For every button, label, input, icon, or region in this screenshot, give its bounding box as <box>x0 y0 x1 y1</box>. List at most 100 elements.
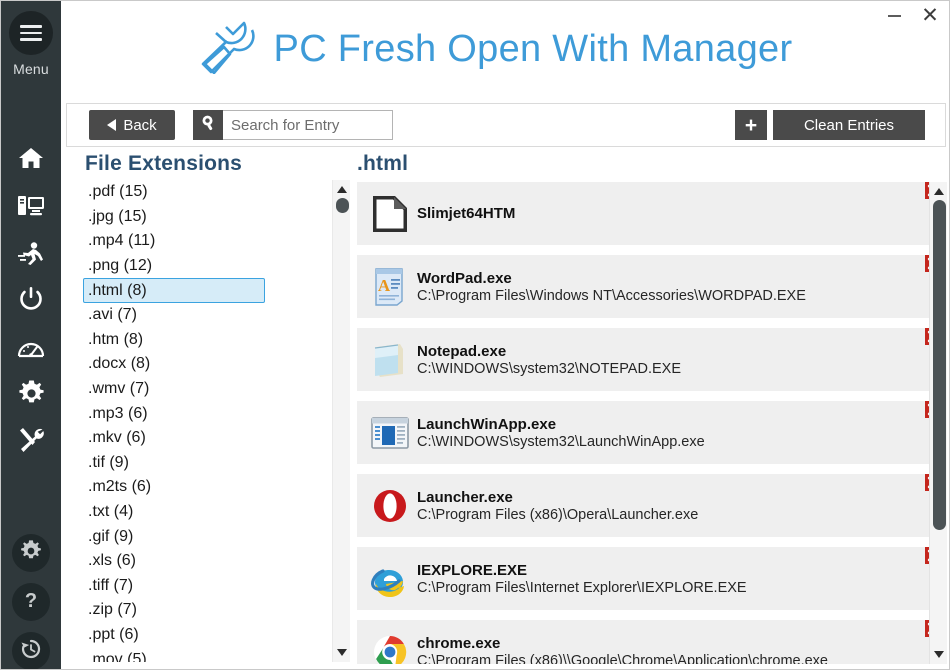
entry-row[interactable]: chrome.exe C:\Program Files (x86)\\Google… <box>357 620 947 664</box>
file-extensions-panel: File Extensions .pdf (15) .jpg (15) .mp4 (… <box>83 152 350 664</box>
internet-explorer-icon <box>363 547 417 610</box>
home-icon <box>18 145 44 171</box>
help-question-icon: ? <box>20 589 42 616</box>
add-entry-button[interactable]: + <box>735 110 767 140</box>
clean-entries-button[interactable]: Clean Entries <box>773 110 925 140</box>
extension-list-item[interactable]: .jpg (15) <box>83 205 265 230</box>
extension-list-item[interactable]: .ppt (6) <box>83 623 265 648</box>
extension-list-item[interactable]: .docx (8) <box>83 352 265 377</box>
back-button[interactable]: Back <box>89 110 175 140</box>
extension-list-item[interactable]: .png (12) <box>83 254 265 279</box>
opera-icon <box>363 474 417 537</box>
chrome-icon <box>363 620 417 664</box>
search-input[interactable] <box>223 110 393 140</box>
entries-list[interactable]: Slimjet64HTM A WordPad.exe C:\Program Files… <box>357 182 947 664</box>
menu-button[interactable] <box>9 11 53 55</box>
extension-list-item[interactable]: .txt (4) <box>83 500 265 525</box>
toolbar-actions: + Clean Entries <box>735 110 925 140</box>
wordpad-icon: A <box>363 255 417 318</box>
sidebar-item-home[interactable] <box>14 141 48 175</box>
extension-list-item[interactable]: .zip (7) <box>83 598 265 623</box>
entry-path: C:\WINDOWS\system32\NOTEPAD.EXE <box>417 360 681 377</box>
entry-path: C:\Program Files\Internet Explorer\IEXPL… <box>417 579 747 596</box>
entry-row[interactable]: IEXPLORE.EXE C:\Program Files\Internet Ex… <box>357 547 947 610</box>
scroll-down-arrow-icon[interactable] <box>337 649 347 656</box>
history-restore-icon <box>20 638 42 665</box>
extension-list-item[interactable]: .gif (9) <box>83 524 265 549</box>
close-button[interactable]: ✕ <box>919 5 941 27</box>
extension-list-item[interactable]: .m2ts (6) <box>83 475 265 500</box>
extension-list-item[interactable]: .tiff (7) <box>83 574 265 599</box>
extension-list-item[interactable]: .htm (8) <box>83 328 265 353</box>
extensions-scrollbar[interactable] <box>332 180 350 662</box>
scroll-down-arrow-icon[interactable] <box>934 651 944 658</box>
entry-text: Notepad.exe C:\WINDOWS\system32\NOTEPAD.E… <box>417 343 681 377</box>
application-window: ✕ Menu ? PC Fresh Open With Manager Back… <box>0 0 950 670</box>
notepad-icon <box>363 328 417 391</box>
entry-name: IEXPLORE.EXE <box>417 561 528 579</box>
extension-list-item[interactable]: .html (8) <box>83 278 265 303</box>
scroll-up-arrow-icon[interactable] <box>337 186 347 193</box>
extension-list-item[interactable]: .xls (6) <box>83 549 265 574</box>
hamburger-icon <box>20 21 42 45</box>
close-icon: ✕ <box>921 4 939 27</box>
sidebar-item-tools[interactable] <box>14 423 48 457</box>
window-controls: ✕ <box>883 5 941 27</box>
computer-icon <box>17 194 45 218</box>
sidebar-item-help[interactable]: ? <box>12 583 50 621</box>
extension-list-item[interactable]: .mp4 (11) <box>83 229 265 254</box>
sidebar-item-power[interactable] <box>14 282 48 316</box>
extension-list-item[interactable]: .avi (7) <box>83 303 265 328</box>
arrow-left-icon <box>107 119 117 131</box>
sidebar-item-speed[interactable] <box>14 331 48 365</box>
entry-path: C:\Program Files (x86)\Opera\Launcher.ex… <box>417 506 699 523</box>
entry-row[interactable]: Launcher.exe C:\Program Files (x86)\Opera… <box>357 474 947 537</box>
sidebar-item-settings[interactable] <box>14 376 48 410</box>
scroll-up-arrow-icon[interactable] <box>934 188 944 195</box>
entries-heading: .html <box>357 152 409 175</box>
extension-list-item[interactable]: .tif (9) <box>83 451 265 476</box>
launchwinapp-icon <box>363 401 417 464</box>
wrench-screwdriver-icon <box>200 20 260 79</box>
svg-text:A: A <box>378 276 391 295</box>
gauge-icon <box>17 336 45 360</box>
power-icon <box>18 286 44 312</box>
menu-label: Menu <box>13 61 49 77</box>
entry-row[interactable]: A WordPad.exe C:\Program Files\Windows NT\… <box>357 255 947 318</box>
extension-list-item[interactable]: .mp3 (6) <box>83 401 265 426</box>
extension-list-item[interactable]: .wmv (7) <box>83 377 265 402</box>
search-button[interactable] <box>193 110 223 140</box>
back-button-label: Back <box>123 116 157 134</box>
search-box <box>193 110 393 140</box>
entry-name: Notepad.exe <box>417 342 507 360</box>
entry-text: IEXPLORE.EXE C:\Program Files\Internet Ex… <box>417 562 747 596</box>
extension-list-item[interactable]: .mkv (6) <box>83 426 265 451</box>
entry-name: Slimjet64HTM <box>417 204 516 222</box>
sidebar: Menu ? <box>1 1 61 669</box>
settings-gear-icon <box>20 539 42 567</box>
entry-row[interactable]: Slimjet64HTM <box>357 182 947 245</box>
extension-list-item[interactable]: .mov (5) <box>83 647 265 662</box>
extension-list-item[interactable]: .pdf (15) <box>83 180 265 205</box>
sidebar-item-performance[interactable] <box>14 237 48 271</box>
entry-text: chrome.exe C:\Program Files (x86)\\Google… <box>417 635 828 665</box>
entry-text: WordPad.exe C:\Program Files\Windows NT\A… <box>417 270 806 304</box>
entries-scrollbar[interactable] <box>929 182 947 664</box>
extensions-scrollbar-thumb[interactable] <box>336 198 349 213</box>
sidebar-item-restore[interactable] <box>12 632 50 669</box>
main-content: Back + Clean Entries <box>61 97 949 669</box>
entries-scrollbar-thumb[interactable] <box>933 200 946 530</box>
sidebar-item-computer[interactable] <box>14 189 48 223</box>
entry-row[interactable]: LaunchWinApp.exe C:\WINDOWS\system32\Laun… <box>357 401 947 464</box>
minimize-icon <box>887 15 901 17</box>
entry-name: WordPad.exe <box>417 269 512 287</box>
runner-icon <box>17 241 45 267</box>
entry-path: C:\Program Files (x86)\\Google\Chrome\Ap… <box>417 652 828 665</box>
entry-path: C:\WINDOWS\system32\LaunchWinApp.exe <box>417 433 705 450</box>
entry-text: Launcher.exe C:\Program Files (x86)\Opera… <box>417 489 698 523</box>
entry-row[interactable]: Notepad.exe C:\WINDOWS\system32\NOTEPAD.E… <box>357 328 947 391</box>
sidebar-item-preferences[interactable] <box>12 534 50 572</box>
file-extensions-list[interactable]: .pdf (15) .jpg (15) .mp4 (11) .png (12) .htm… <box>83 180 350 662</box>
search-icon <box>200 114 217 136</box>
minimize-button[interactable] <box>883 5 905 27</box>
